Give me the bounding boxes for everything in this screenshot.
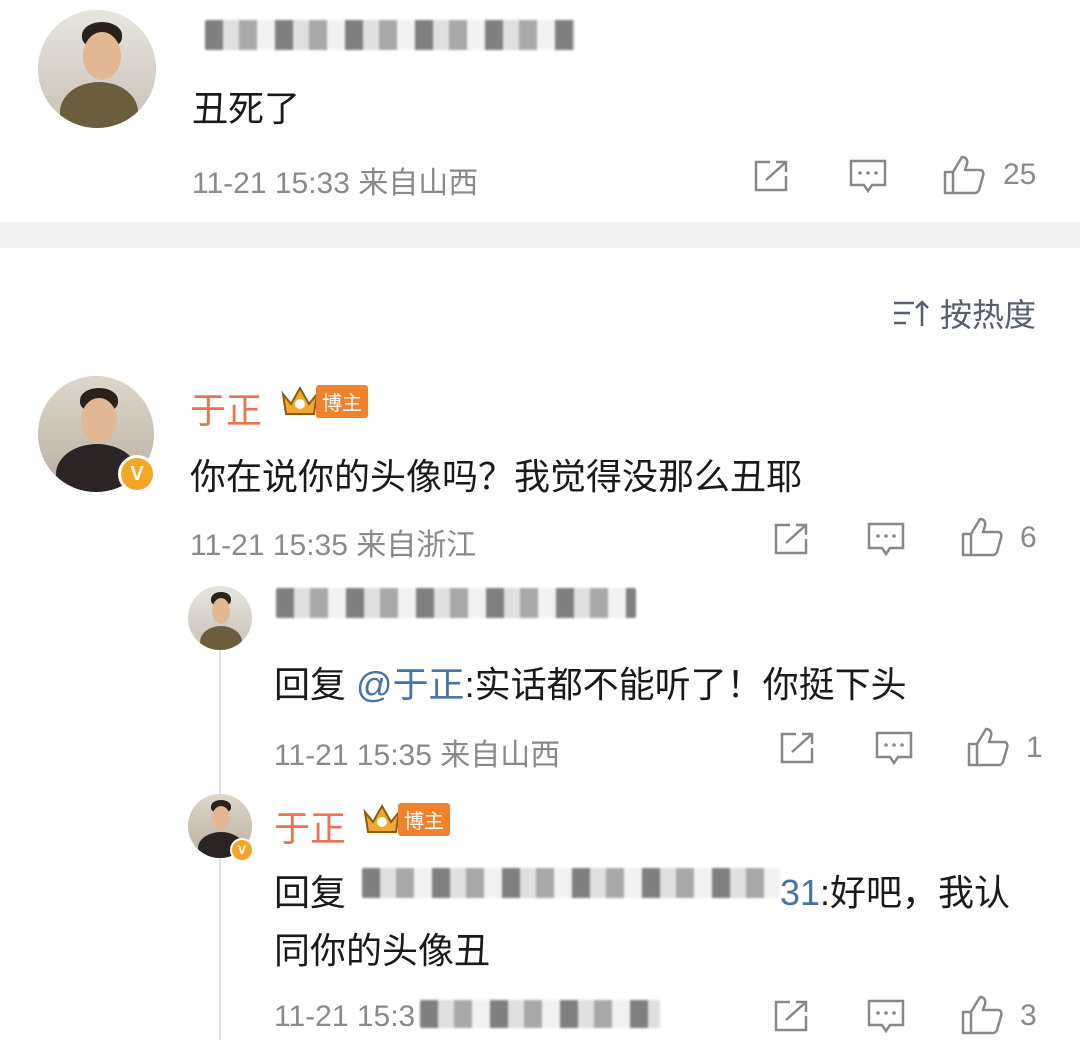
reply-text: 回复 @于正:实话都不能听了！你挺下头: [274, 656, 907, 708]
comment-location: 来自山西: [440, 739, 561, 772]
like-count: 1: [1026, 731, 1043, 764]
blurred-username: [276, 588, 636, 618]
blurred-username: [205, 20, 575, 50]
avatar[interactable]: [188, 586, 252, 650]
reply-text-line2: 同你的头像丑: [274, 930, 491, 971]
blogger-tag: 博主: [398, 802, 450, 836]
share-icon[interactable]: [772, 998, 812, 1034]
thumbs-up-icon[interactable]: [960, 516, 1004, 558]
blogger-badge: 博主: [362, 802, 450, 836]
mention-link[interactable]: @于正: [356, 664, 465, 705]
comment-text: 你在说你的头像吗？我觉得没那么丑耶: [190, 456, 803, 497]
username[interactable]: 于正: [190, 382, 262, 434]
like-count: 25: [1003, 158, 1037, 191]
share-icon[interactable]: [778, 730, 818, 766]
reply-prefix: 回复: [274, 664, 357, 705]
thumbs-up-icon[interactable]: [960, 994, 1004, 1036]
comment-icon[interactable]: [866, 998, 906, 1036]
blogger-tag: 博主: [316, 384, 368, 418]
reply-prefix: 回复: [274, 872, 347, 913]
comment-time: 11-21 15:33: [192, 167, 350, 200]
sort-icon: [894, 300, 929, 326]
sort-label: 按热度: [940, 297, 1037, 333]
share-icon[interactable]: [752, 158, 792, 194]
comment-meta: 11-21 15:35 来自山西: [274, 730, 560, 774]
blogger-badge: 博主: [280, 384, 368, 418]
crown-icon: [363, 803, 401, 833]
comment-icon[interactable]: [874, 730, 914, 768]
comment-location: 来自浙江: [356, 529, 477, 562]
comment-meta: 11-21 15:33 来自山西: [192, 158, 478, 202]
comment-icon[interactable]: [848, 158, 888, 196]
comment-time: 11-21 15:3: [274, 1000, 416, 1033]
section-divider: [0, 222, 1080, 248]
reply-text-line1: 31:好吧，我认: [780, 864, 1010, 916]
comment-time: 11-21 15:35: [274, 739, 432, 772]
comment-meta: 11-21 15:35 来自浙江: [190, 520, 476, 564]
thumbs-up-icon[interactable]: [942, 154, 986, 196]
like-count: 6: [1020, 521, 1037, 554]
share-icon[interactable]: [772, 521, 812, 557]
like-count: 3: [1020, 999, 1037, 1032]
reply-body: :实话都不能听了！你挺下头: [464, 664, 907, 705]
thumbs-up-icon[interactable]: [966, 726, 1010, 768]
mention-link[interactable]: 31: [780, 872, 820, 913]
verified-badge: V: [230, 838, 254, 862]
blurred-location: [420, 1000, 660, 1028]
blurred-mention: [362, 868, 780, 898]
comment-location: 来自山西: [358, 167, 479, 200]
comment-icon[interactable]: [866, 521, 906, 559]
crown-icon: [281, 385, 319, 415]
comment-text: 丑死了: [192, 88, 301, 129]
sort-button[interactable]: 按热度: [892, 290, 1036, 336]
comment-time: 11-21 15:35: [190, 529, 348, 562]
verified-badge: V: [118, 455, 156, 493]
avatar[interactable]: [38, 10, 156, 128]
username[interactable]: 于正: [274, 800, 346, 852]
reply-body: :好吧，我认: [820, 872, 1011, 913]
